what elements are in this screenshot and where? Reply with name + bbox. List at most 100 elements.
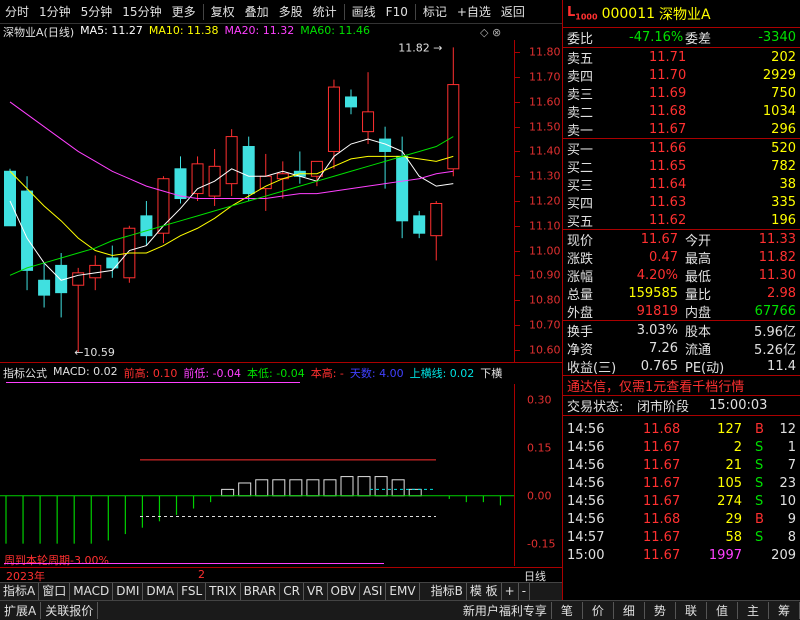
- toolbar-button[interactable]: 标记: [418, 3, 452, 20]
- indicator-tab[interactable]: OBV: [328, 583, 361, 600]
- ad-text[interactable]: 通达信，仅需1元查看千档行情: [567, 376, 744, 395]
- toolbar-button[interactable]: 分时: [0, 3, 34, 20]
- stat-value: 11.82: [758, 249, 796, 265]
- tick-time: 14:56: [567, 457, 605, 473]
- order-book-row: 卖四 11.70 2929: [563, 66, 800, 85]
- tick-count: 12: [779, 421, 796, 437]
- tick-time: 14:57: [567, 529, 605, 545]
- indicator-tab[interactable]: TRIX: [206, 583, 241, 600]
- related-quote-button[interactable]: 关联报价: [41, 602, 99, 619]
- toolbar-button[interactable]: 返回: [496, 3, 530, 20]
- indicator-footer: 周到本轮周期-3.00%: [4, 554, 109, 567]
- settings-icons[interactable]: ◇ ⊗: [480, 26, 501, 39]
- tianshu-value: 天数: 4.00: [349, 367, 404, 380]
- toolbar-button[interactable]: 画线: [347, 3, 381, 20]
- level-price: 11.65: [649, 158, 687, 174]
- tick-time: 14:56: [567, 511, 605, 527]
- stock-period-label: 深物业A(日线): [3, 26, 75, 39]
- level-volume: 335: [771, 194, 796, 210]
- level-label: 买五: [567, 214, 594, 230]
- toolbar-button[interactable]: 1分钟: [34, 3, 76, 20]
- indicator-tick-label: 0.30: [527, 393, 552, 407]
- order-book-row: 卖二 11.68 1034: [563, 102, 800, 121]
- stat-label: 今开: [685, 233, 712, 249]
- tick-count: 9: [787, 511, 796, 527]
- tick-volume: 1997: [708, 547, 742, 563]
- toolbar-separator: [343, 3, 345, 20]
- bottom-icon-button[interactable]: 价: [583, 602, 614, 619]
- tick-price: 11.67: [643, 529, 681, 545]
- macd-bar: [306, 479, 320, 497]
- macd-bar: [221, 488, 235, 497]
- tick-volume: 21: [725, 457, 742, 473]
- price-tick-label: 11.80: [529, 45, 561, 59]
- ad-row[interactable]: 通达信，仅需1元查看千档行情: [563, 376, 800, 396]
- indicator-tab[interactable]: BRAR: [241, 583, 281, 600]
- candlestick-chart[interactable]: 11.82 → ←10.59: [0, 40, 514, 362]
- bottom-icon-button[interactable]: 细: [614, 602, 645, 619]
- bottom-icon-button[interactable]: 势: [645, 602, 676, 619]
- order-book-row: 卖一 11.67 296: [563, 120, 800, 139]
- stat-row: 涨幅 4.20% 最低 11.30: [563, 266, 800, 285]
- stat-label: 内盘: [685, 305, 712, 321]
- tick-count: 7: [787, 457, 796, 473]
- macd-bar: [340, 476, 354, 497]
- indicator-tab[interactable]: CR: [280, 583, 304, 600]
- toolbar-button[interactable]: F10: [381, 5, 413, 19]
- toolbar-button[interactable]: 叠加: [240, 3, 274, 20]
- indicator-tab[interactable]: 指标B: [428, 583, 467, 600]
- indicator-tab[interactable]: ASI: [360, 583, 387, 600]
- quote-header: L1000 000011 深物业A: [563, 0, 800, 28]
- bengao-value: 本高: -: [310, 367, 344, 380]
- indicator-tab[interactable]: 模 板: [467, 583, 502, 600]
- tick-price: 11.67: [643, 493, 681, 509]
- macd-bar: [408, 488, 422, 497]
- level-price: 11.69: [649, 85, 687, 101]
- macd-bar: [289, 479, 303, 497]
- toolbar-button[interactable]: 多股: [274, 3, 308, 20]
- toolbar: 分时 1分钟 5分钟 15分钟 更多 复权 叠加 多股 统计 画线 F10 标记 +自选 返回: [0, 0, 562, 24]
- indicator-tab[interactable]: VR: [304, 583, 328, 600]
- level-volume: 520: [771, 140, 796, 156]
- tick-row: 15:00 11.67 1997 209: [563, 546, 800, 564]
- indicator-tab[interactable]: DMA: [143, 583, 179, 600]
- indicator-tab[interactable]: DMI: [113, 583, 144, 600]
- promo-link[interactable]: 新用户福利专享: [459, 602, 552, 619]
- bottom-icon-button[interactable]: 联: [676, 602, 707, 619]
- toolbar-button[interactable]: 统计: [308, 3, 342, 20]
- bottom-icon-button[interactable]: 筹: [769, 602, 800, 619]
- quote-panel: L1000 000011 深物业A 委比 -47.16% 委差 -3340 卖五…: [562, 0, 800, 600]
- bottom-icon-button[interactable]: 笔: [552, 602, 583, 619]
- toolbar-button[interactable]: 15分钟: [117, 3, 166, 20]
- toolbar-button[interactable]: 更多: [167, 3, 201, 20]
- indicator-tab[interactable]: FSL: [178, 583, 207, 600]
- toolbar-button[interactable]: +自选: [452, 3, 496, 20]
- bottom-bar: 扩展A 关联报价 新用户福利专享 笔价细势联值主筹: [0, 600, 800, 620]
- indicator-tab[interactable]: +: [502, 583, 519, 600]
- indicator-tab[interactable]: -: [519, 583, 531, 600]
- tick-direction: S: [755, 493, 764, 509]
- tick-count: 23: [779, 475, 796, 491]
- indicator-tab[interactable]: 窗口: [39, 583, 71, 600]
- stat-value: 7.26: [649, 340, 678, 356]
- toolbar-button[interactable]: 5分钟: [76, 3, 118, 20]
- weibi-row: 委比 -47.16% 委差 -3340: [563, 28, 800, 48]
- candle-body: [38, 279, 51, 296]
- high-mark-label: 11.82 →: [398, 41, 442, 54]
- bottom-icon-button[interactable]: 主: [738, 602, 769, 619]
- stat-row: 收益(三) 0.765 PE(动) 11.4: [563, 357, 800, 376]
- indicator-tab[interactable]: MACD: [70, 583, 114, 600]
- indicator-tab[interactable]: 指标A: [0, 583, 40, 600]
- xia-value: 下横: [480, 367, 503, 380]
- tick-time: 15:00: [567, 547, 605, 563]
- macd-bar: [391, 479, 405, 497]
- level-label: 买四: [567, 196, 594, 212]
- indicator-formula-label[interactable]: 指标公式: [3, 365, 47, 381]
- macd-chart[interactable]: [0, 384, 514, 566]
- order-book-row: 买三 11.64 38: [563, 175, 800, 194]
- indicator-tab[interactable]: EMV: [386, 583, 420, 600]
- toolbar-button[interactable]: 复权: [206, 3, 240, 20]
- tick-count: 209: [771, 547, 796, 563]
- expand-a-button[interactable]: 扩展A: [0, 602, 42, 619]
- bottom-icon-button[interactable]: 值: [707, 602, 738, 619]
